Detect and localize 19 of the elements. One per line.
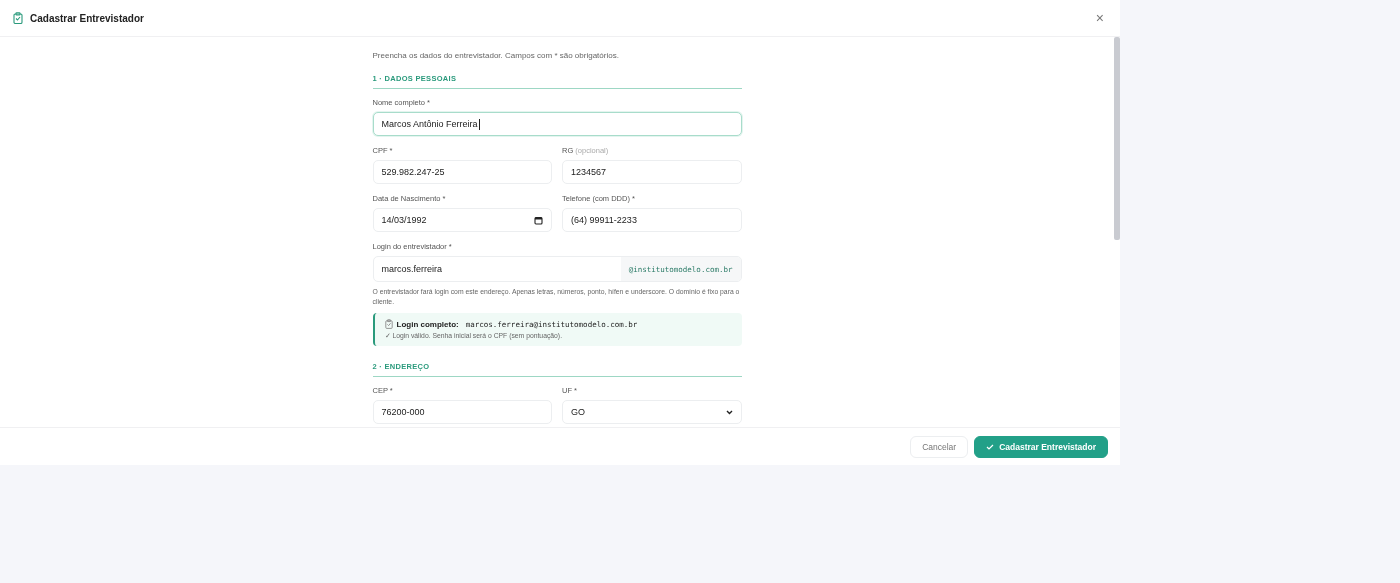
text-field[interactable]: 76200-000 (372, 400, 552, 424)
clipboard-icon (384, 319, 393, 329)
check-icon (986, 443, 995, 450)
cancel-button[interactable]: Cancelar (910, 435, 969, 458)
login-preview-label: Login completo: (396, 319, 459, 329)
text-field[interactable]: Marcos Antônio Ferreira (372, 112, 742, 136)
dropdown[interactable]: GO (562, 400, 742, 424)
date-field[interactable]: 14/03/1992 (372, 208, 552, 232)
calendar-icon[interactable] (534, 215, 543, 225)
text-field[interactable]: (64) 99911-2233 (562, 208, 742, 232)
scrollbar-thumb[interactable] (1114, 37, 1120, 240)
intro-text: Preencha os dados do entrevistador. Campos com * são obrigatórios. (372, 51, 620, 60)
dialog-title: Cadastrar Entrevistador (30, 12, 144, 24)
clipboard-icon (13, 12, 23, 24)
text-cursor (478, 118, 480, 130)
close-button[interactable]: × (1091, 10, 1108, 26)
chevron-down-icon (725, 409, 733, 415)
text-field[interactable]: 1234567 (562, 160, 742, 184)
text-field[interactable]: 529.982.247-25 (372, 160, 552, 184)
